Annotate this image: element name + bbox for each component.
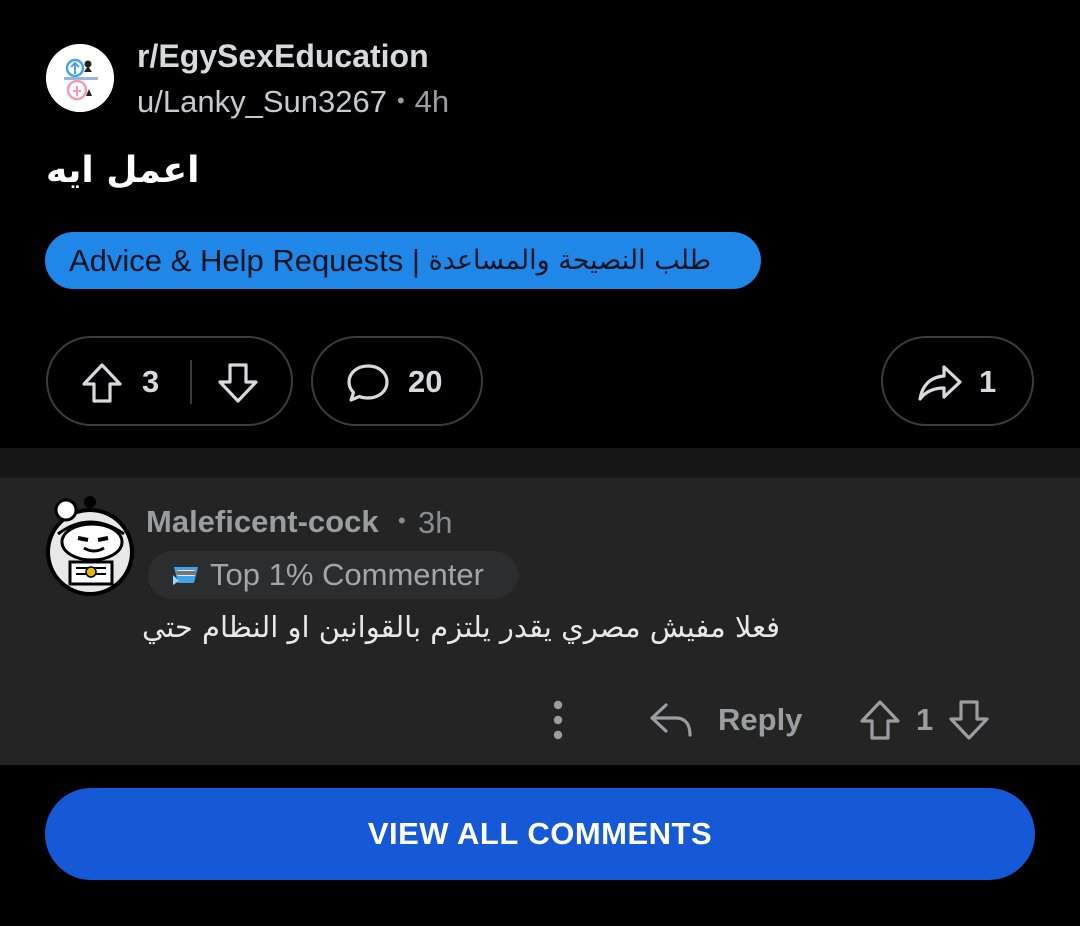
commenter-badge-icon bbox=[170, 561, 202, 589]
comment-author[interactable]: Maleficent-cock bbox=[146, 504, 379, 540]
post-age: 4h bbox=[414, 84, 450, 119]
subreddit-name[interactable]: r/EgySexEducation bbox=[137, 38, 429, 75]
post-vote-pill: 3 bbox=[46, 336, 293, 426]
meta-separator: • bbox=[396, 88, 405, 113]
post-meta: u/Lanky_Sun3267 • 4h bbox=[137, 84, 449, 120]
comments-button[interactable]: 20 bbox=[311, 336, 483, 426]
comment-card: Maleficent-cock • 3h Top 1% Commenter فع… bbox=[0, 478, 1080, 765]
top-commenter-badge[interactable]: Top 1% Commenter bbox=[148, 551, 518, 599]
badge-label: Top 1% Commenter bbox=[210, 557, 484, 592]
comment-count: 20 bbox=[408, 364, 443, 399]
post-score: 3 bbox=[142, 364, 160, 399]
vote-divider bbox=[190, 360, 192, 404]
reply-label: Reply bbox=[718, 702, 803, 737]
bottom-bar: VIEW ALL COMMENTS bbox=[0, 765, 1080, 926]
comment-upvote-icon[interactable] bbox=[858, 699, 902, 741]
comment-meta-separator: • bbox=[398, 508, 406, 533]
comment-downvote-icon[interactable] bbox=[947, 699, 991, 741]
comment-age: 3h bbox=[418, 505, 453, 540]
comment-score: 1 bbox=[916, 702, 934, 737]
comment-body: فعلا مفيش مصري يقدر يلتزم بالقوانين او ا… bbox=[141, 610, 780, 644]
comment-bubble-icon bbox=[345, 362, 391, 404]
flair-arabic: طلب النصيحة والمساعدة bbox=[428, 245, 712, 276]
section-divider bbox=[0, 448, 1080, 478]
post-card: r/EgySexEducation u/Lanky_Sun3267 • 4h اعم… bbox=[0, 0, 1080, 448]
reply-arrow-icon bbox=[648, 699, 694, 741]
reddit-post-screen: r/EgySexEducation u/Lanky_Sun3267 • 4h اعم… bbox=[0, 0, 1080, 926]
subreddit-avatar[interactable] bbox=[46, 44, 114, 112]
view-all-comments-button[interactable]: VIEW ALL COMMENTS bbox=[45, 788, 1035, 880]
reply-button[interactable]: Reply bbox=[648, 696, 802, 744]
post-author[interactable]: u/Lanky_Sun3267 bbox=[137, 84, 387, 119]
share-arrow-icon bbox=[917, 362, 963, 404]
flair-english: Advice & Help Requests | bbox=[69, 242, 420, 278]
post-title[interactable]: اعمل ايه bbox=[46, 150, 199, 191]
more-options-button[interactable] bbox=[540, 696, 576, 744]
upvote-icon[interactable] bbox=[80, 362, 124, 404]
share-button[interactable]: 1 bbox=[881, 336, 1034, 426]
downvote-icon[interactable] bbox=[216, 362, 260, 404]
more-vertical-icon bbox=[540, 696, 576, 744]
share-count: 1 bbox=[979, 364, 997, 399]
user-avatar[interactable] bbox=[44, 488, 136, 598]
post-flair[interactable]: Advice & Help Requests | طلب النصيحة وال… bbox=[45, 232, 761, 289]
comment-vote-controls: 1 bbox=[858, 696, 991, 744]
